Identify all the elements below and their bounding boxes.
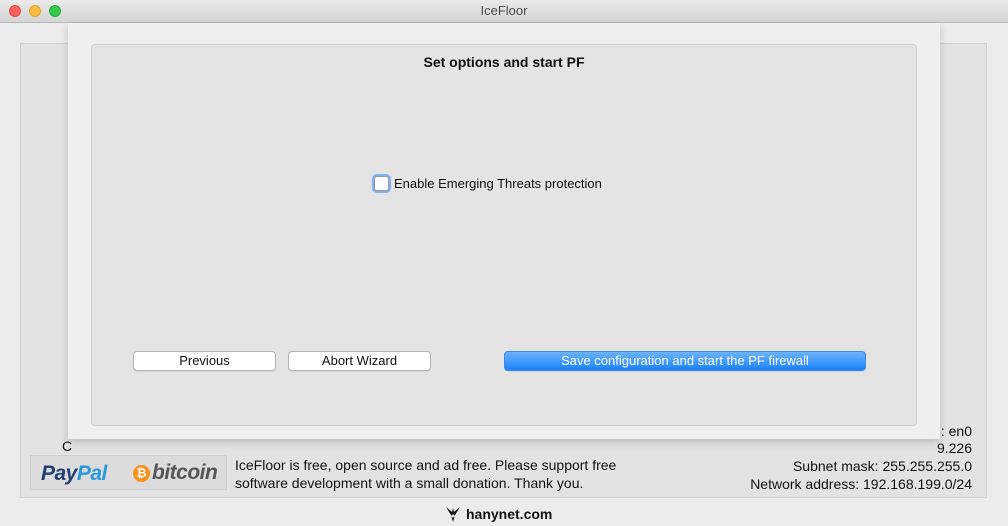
subnet-mask-label: Subnet mask: 255.255.255.0	[792, 458, 972, 474]
wizard-title: Set options and start PF	[423, 54, 585, 70]
bitcoin-icon: ₿	[133, 464, 150, 482]
emerging-threats-checkbox[interactable]	[374, 176, 389, 191]
abort-wizard-button[interactable]: Abort Wizard	[288, 351, 431, 371]
ip-address-label: 9.226	[936, 440, 972, 456]
paypal-logo: PayPal	[41, 462, 107, 485]
title-bar: IceFloor	[0, 0, 1008, 23]
hanynet-label: hanynet.com	[466, 506, 553, 522]
network-address-label: Network address: 192.168.199.0/24	[750, 476, 972, 492]
background-partial-label: C	[62, 438, 73, 454]
previous-button[interactable]: Previous	[133, 351, 276, 371]
donate-message-line-1: IceFloor is free, open source and ad fre…	[235, 457, 617, 473]
bitcoin-logo: ₿ bitcoin	[133, 461, 218, 484]
wizard-sheet: Set options and start PF Enable Emerging…	[68, 23, 940, 439]
hanynet-logo-icon	[446, 507, 460, 522]
emerging-threats-option[interactable]: Enable Emerging Threats protection	[374, 176, 602, 191]
interface-label: : en0	[940, 423, 972, 439]
emerging-threats-label: Enable Emerging Threats protection	[394, 176, 602, 191]
donate-button[interactable]: PayPal ₿ bitcoin	[30, 455, 227, 490]
window-title: IceFloor	[480, 3, 528, 18]
save-and-start-button[interactable]: Save configuration and start the PF fire…	[504, 351, 866, 371]
icefloor-window: IceFloor C : en0 9.226 Subnet mask: 255.…	[0, 0, 1008, 526]
donate-message: IceFloor is free, open source and ad fre…	[235, 456, 665, 492]
donate-message-line-2: software development with a small donati…	[235, 475, 584, 491]
wizard-panel: Set options and start PF Enable Emerging…	[91, 44, 917, 426]
hanynet-link[interactable]: hanynet.com	[443, 504, 552, 524]
